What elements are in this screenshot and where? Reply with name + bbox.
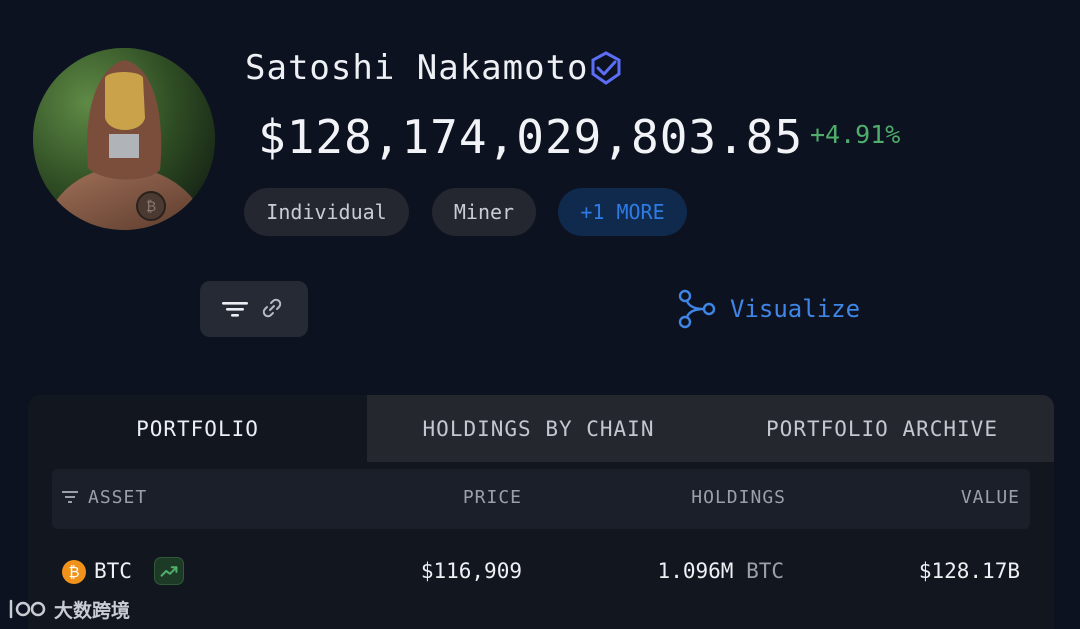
asset-symbol: BTC (94, 559, 132, 583)
watermark-text: 大数跨境 (54, 599, 131, 622)
visualize-button[interactable]: Visualize (676, 287, 860, 331)
avatar-statue-image: ₿ (33, 48, 215, 230)
column-header-asset[interactable]: ASSET (88, 487, 147, 508)
link-icon[interactable] (260, 296, 284, 320)
table-row[interactable]: ₿ BTC $116,909 1.096M BTC $128.17B (28, 545, 1054, 601)
bitcoin-icon: ₿ (62, 560, 86, 584)
watermark-logo-icon (9, 599, 46, 619)
asset-value: $128.17B (918, 559, 1020, 583)
table-header: ASSET PRICE HOLDINGS VALUE (52, 469, 1030, 529)
asset-holdings: 1.096M BTC (658, 559, 784, 583)
column-header-price[interactable]: PRICE (463, 487, 522, 508)
portfolio-panel: PORTFOLIO HOLDINGS BY CHAIN PORTFOLIO AR… (28, 395, 1054, 629)
tag-miner[interactable]: Miner (432, 188, 536, 236)
tab-holdings-by-chain[interactable]: HOLDINGS BY CHAIN (367, 395, 710, 462)
filter-icon[interactable] (222, 299, 248, 319)
avatar: ₿ (33, 48, 215, 230)
balance-change: +4.91% (810, 120, 901, 149)
verified-badge-icon (591, 51, 621, 85)
asset-price: $116,909 (420, 559, 522, 583)
svg-text:₿: ₿ (146, 199, 156, 215)
sort-icon[interactable] (62, 491, 78, 503)
profile-name: Satoshi Nakamoto (245, 48, 589, 88)
tab-portfolio[interactable]: PORTFOLIO (28, 395, 367, 462)
visualize-label: Visualize (730, 295, 861, 323)
holdings-unit: BTC (746, 559, 784, 583)
tag-individual[interactable]: Individual (244, 188, 409, 236)
column-header-holdings[interactable]: HOLDINGS (691, 487, 786, 508)
total-balance: $128,174,029,803.85 (258, 110, 804, 164)
more-tags-button[interactable]: +1 MORE (558, 188, 687, 236)
trending-up-icon[interactable] (154, 557, 184, 585)
holdings-amount: 1.096M (657, 559, 734, 583)
tab-bar: PORTFOLIO HOLDINGS BY CHAIN PORTFOLIO AR… (28, 395, 1054, 462)
tab-portfolio-archive[interactable]: PORTFOLIO ARCHIVE (710, 395, 1054, 462)
filter-link-toolbar (200, 281, 308, 337)
watermark: 大数跨境 (8, 595, 130, 623)
column-header-value[interactable]: VALUE (961, 487, 1020, 508)
graph-nodes-icon (678, 289, 716, 329)
